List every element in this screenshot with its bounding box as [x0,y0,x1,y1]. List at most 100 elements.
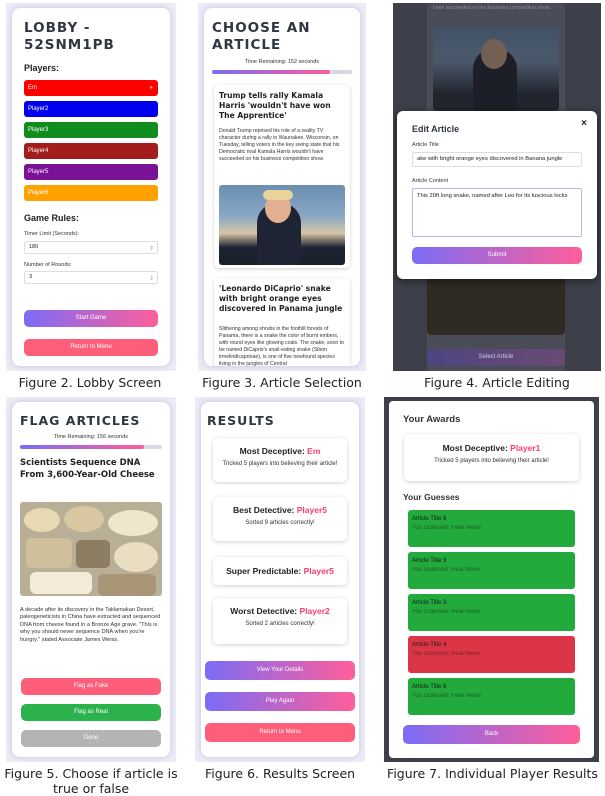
player-name: Player2 [28,106,49,112]
cheese-block [30,572,92,594]
cheese-block [26,538,72,568]
players-heading: Players: [24,63,60,73]
choose-title: CHOOSE AN ARTICLE [212,20,311,53]
award-card: Most Deceptive: Em Tricked 5 players int… [213,438,347,482]
caption-fig3: Figure 3. Article Selection [202,375,362,390]
view-details-button[interactable]: View Your Details [205,661,355,680]
guess-result: You Guessed: Fake News [412,525,482,531]
player-name: Em [28,85,37,91]
individual-screen: Your Awards Most Deceptive: Player1 Tric… [384,397,599,762]
flag-real-button[interactable]: Flag as Real [21,704,161,721]
rounds-input[interactable]: 3 ⇕ [24,271,158,284]
award-heading: Most Deceptive: Em [213,446,347,456]
flag-screen: FLAG ARTICLES Time Remaining: 156 second… [6,397,176,762]
edit-screen: have succeeded on his business competiti… [393,3,601,371]
edit-heading: Edit Article [412,124,460,134]
cheese-wheel [24,508,60,532]
award-heading: Most Deceptive: Player1 [404,443,579,453]
award-player: Player5 [303,566,334,576]
cheese-wheel [64,506,104,532]
timer-progress [20,445,162,449]
timer-input[interactable]: 180 ⇕ [24,241,158,254]
guess-row: Article Title 8 You Guessed: Fake News [408,678,575,715]
caption-fig7: Figure 7. Individual Player Results [387,766,598,781]
award-label: Most Deceptive: [442,443,508,453]
start-game-button[interactable]: Start Game [24,310,158,327]
content-textarea[interactable]: This 20ft long snake, named after Leo fo… [412,188,582,237]
flag-title: FLAG ARTICLES [20,413,141,428]
title-value: ake with bright orange eyes discovered i… [417,156,563,162]
player-row: Player4 [24,143,158,159]
award-player: Em [307,446,321,456]
rules-heading: Game Rules: [24,213,80,223]
guess-row: Article Title 6 You Guessed: Fake News [408,510,575,547]
lobby-screen: LOBBY - 52SNM1PB Players: Em ● Player2 Play… [6,3,176,371]
award-detail: Sorted 9 articles correctly! [245,520,315,526]
guess-row: Article Title 9 You Guessed: Real News [408,552,575,589]
guess-title: Article Title 6 [412,516,447,522]
lobby-title: LOBBY - 52SNM1PB [24,20,115,53]
award-detail: Tricked 5 players into believing their a… [434,458,549,464]
flag-fake-button[interactable]: Flag as Fake [21,678,161,695]
award-heading: Super Predictable: Player5 [213,566,347,576]
player-name: Player4 [28,148,49,154]
timer-label: Timer Limit (Seconds): [24,231,80,237]
player-name: Player5 [28,169,49,175]
select-article-button[interactable]: Select Article [427,349,565,366]
article-body: Slithering among shrubs in the foothill … [219,326,345,366]
timer-progress-fill [212,70,330,74]
background-image [433,27,559,111]
article-card[interactable]: 'Leonardo DiCaprio' snake with bright or… [214,278,350,366]
title-input[interactable]: ake with bright orange eyes discovered i… [412,152,582,167]
flag-panel: FLAG ARTICLES Time Remaining: 156 second… [12,402,170,757]
stepper-icon[interactable]: ⇕ [149,244,154,255]
timer-value: 180 [29,244,39,250]
guess-row: Article Title 3 You Guessed: Real News [408,594,575,631]
article-title: Trump tells rally Kamala Harris 'wouldn'… [219,91,331,120]
individual-panel: Your Awards Most Deceptive: Player1 Tric… [389,401,594,758]
award-heading: Best Detective: Player5 [213,505,347,515]
caption-fig5: Figure 5. Choose if article is true or f… [4,766,178,796]
guess-result: You Guessed: Real News [412,609,481,615]
play-again-button[interactable]: Play Again [205,692,355,711]
return-to-menu-button[interactable]: Return to Menu [24,339,158,356]
award-player: Player2 [299,606,330,616]
player-row: Em ● [24,80,158,96]
awards-heading: Your Awards [403,414,461,425]
choose-screen: CHOOSE AN ARTICLE Time Remaining: 152 se… [198,3,366,371]
player-row: Player2 [24,101,158,117]
results-title: RESULTS [207,413,275,428]
timer-progress-fill [20,445,144,449]
title-label: Article Title [412,142,439,148]
guess-title: Article Title 3 [412,600,447,606]
cheese-block [76,540,110,568]
results-screen: RESULTS Most Deceptive: Em Tricked 5 pla… [195,397,365,762]
return-to-menu-button[interactable]: Return to Menu [205,723,355,742]
article-body: Donald Trump reprised his role of a real… [219,128,340,162]
player-row: Player5 [24,164,158,180]
guess-result: You Guessed: Real News [412,567,481,573]
article-card[interactable]: Trump tells rally Kamala Harris 'wouldn'… [214,85,350,268]
stepper-icon[interactable]: ⇕ [149,274,154,285]
article-image [20,502,162,596]
results-panel: RESULTS Most Deceptive: Em Tricked 5 pla… [201,402,359,757]
rounds-value: 3 [29,274,33,280]
timer-text: Time Remaining: 152 seconds [244,59,320,65]
caption-fig6: Figure 6. Results Screen [204,766,356,781]
person-hair [263,190,293,200]
award-card: Worst Detective: Player2 Sorted 2 articl… [213,598,347,644]
guess-title: Article Title 9 [412,558,447,564]
done-button[interactable]: Done [21,730,161,747]
close-icon[interactable]: × [581,118,587,129]
submit-button[interactable]: Submit [412,247,582,264]
timer-text: Time Remaining: 156 seconds [53,434,129,440]
award-card: Super Predictable: Player5 [213,557,347,585]
background-text: have succeeded on his business competiti… [433,5,551,11]
guess-title: Article Title 8 [412,684,447,690]
lobby-panel: LOBBY - 52SNM1PB Players: Em ● Player2 Play… [12,8,170,366]
back-button[interactable]: Back [403,725,580,744]
award-label: Most Deceptive: [239,446,305,456]
person-face [481,39,507,69]
guess-result: You Guessed: Fake News [412,693,482,699]
award-detail: Sorted 2 articles correctly! [245,621,315,627]
